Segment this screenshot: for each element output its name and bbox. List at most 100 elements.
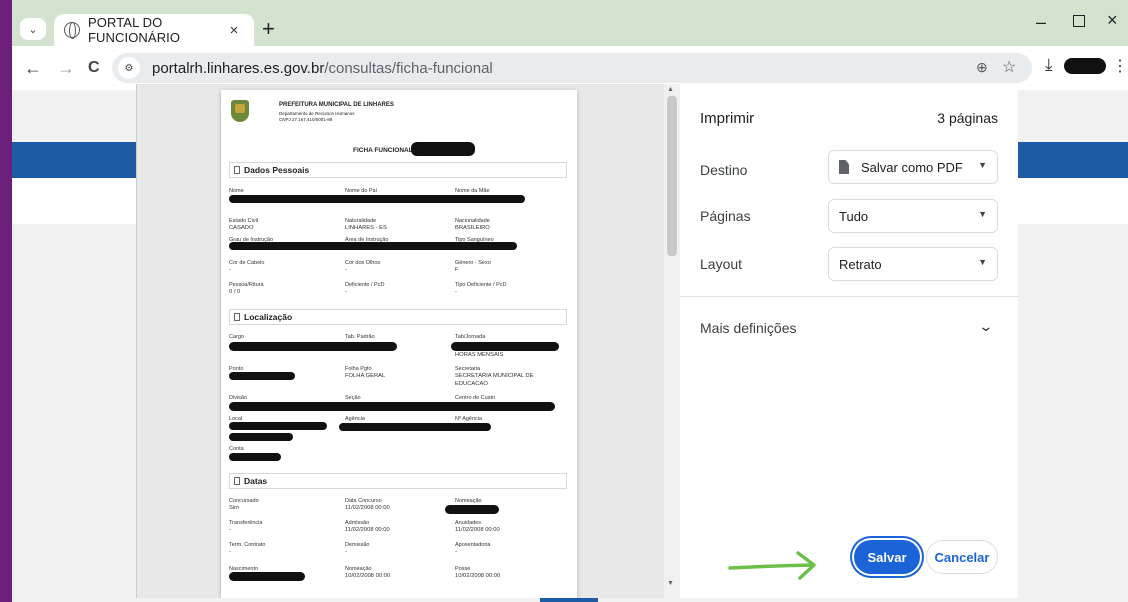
value-admissao: 11/02/2008 00:00 bbox=[345, 527, 390, 533]
url-text[interactable]: portalrh.linhares.es.gov.br/consultas/fi… bbox=[152, 60, 493, 77]
label-n-agencia: Nº Agência bbox=[455, 416, 483, 422]
value-anuidades: 11/02/2008 00:00 bbox=[455, 527, 500, 533]
label-demissao: Demissão bbox=[345, 542, 370, 548]
label-secao: Seção bbox=[345, 395, 361, 401]
label-conta: Conta bbox=[229, 446, 244, 452]
label-transferencia: Transferência bbox=[229, 520, 263, 526]
forward-icon[interactable]: → bbox=[57, 59, 75, 77]
redaction bbox=[229, 572, 305, 581]
avatar[interactable] bbox=[1064, 58, 1106, 74]
tab-title: PORTAL DO FUNCIONÁRIO bbox=[88, 15, 181, 45]
page-subheader bbox=[1018, 178, 1128, 224]
cancel-button[interactable]: Cancelar bbox=[926, 540, 998, 574]
label-tab-padrao: Tab. Padrão bbox=[345, 334, 375, 340]
destination-value: Salvar como PDF bbox=[861, 159, 963, 175]
redaction bbox=[339, 423, 491, 431]
tab-search-icon[interactable]: ⌄ bbox=[20, 18, 46, 40]
value-cor-olhos: - bbox=[345, 267, 347, 273]
label-cor-cabelo: Cor de Cabelo bbox=[229, 260, 265, 266]
chevron-down-icon[interactable]: ⌄ bbox=[979, 318, 994, 335]
page-icon bbox=[234, 313, 240, 321]
page-right-edge bbox=[1018, 90, 1128, 602]
url-path: /consultas/ficha-funcional bbox=[324, 59, 493, 77]
scroll-down-icon[interactable]: ▼ bbox=[667, 580, 674, 587]
page-icon bbox=[234, 477, 240, 485]
org-dept: Departamento de Recursos Humanos bbox=[279, 111, 355, 116]
tab-close-icon[interactable]: × bbox=[224, 22, 244, 39]
label-admissao: Admissão bbox=[345, 520, 370, 526]
label-deficiente: Deficiente / PcD bbox=[345, 282, 385, 288]
minimize-icon[interactable]: – bbox=[1036, 12, 1046, 33]
value-cor-cabelo: - bbox=[229, 267, 231, 273]
maximize-icon[interactable] bbox=[1073, 15, 1085, 27]
value-posse: 10/02/2008 00:00 bbox=[455, 573, 501, 579]
dropdown-arrow-icon: ▼ bbox=[978, 209, 987, 219]
label-centro-custo: Centro de Custo bbox=[455, 395, 496, 401]
doc-title: FICHA FUNCIONAL bbox=[353, 147, 413, 154]
redaction bbox=[451, 342, 559, 351]
url-domain: portalrh.linhares.es.gov.br bbox=[152, 59, 325, 77]
star-icon[interactable]: ☆ bbox=[1002, 57, 1016, 77]
scroll-up-icon[interactable]: ▲ bbox=[667, 86, 674, 93]
redaction bbox=[229, 195, 525, 203]
destination-label: Destino bbox=[700, 162, 748, 178]
label-secretaria: Secretaria bbox=[455, 366, 481, 372]
value-genero: F bbox=[455, 267, 459, 273]
label-nomeacao: Nomeação bbox=[455, 498, 482, 504]
label-cor-olhos: Cor dos Olhos bbox=[345, 260, 381, 266]
label-data-concurso: Data Concurso bbox=[345, 498, 382, 504]
back-icon[interactable]: ← bbox=[24, 59, 42, 77]
menu-icon[interactable]: ⋮ bbox=[1112, 56, 1128, 76]
label-cargo: Cargo bbox=[229, 334, 244, 340]
browser-tab[interactable]: PORTAL DO FUNCIONÁRIO × bbox=[54, 14, 254, 46]
scrollbar-thumb[interactable] bbox=[667, 96, 677, 256]
layout-value: Retrato bbox=[839, 256, 882, 272]
divider bbox=[680, 296, 1018, 297]
page-header-bar bbox=[1018, 142, 1128, 178]
pages-select[interactable]: Tudo ▼ bbox=[828, 199, 998, 233]
reload-icon[interactable]: C bbox=[88, 59, 100, 77]
more-settings-toggle[interactable]: Mais definições bbox=[700, 320, 797, 336]
download-icon[interactable]: ⤓ bbox=[1045, 55, 1053, 75]
org-cnpj: CNPJ 27.167.410/0001-88 bbox=[279, 117, 333, 122]
label-aposentadoria: Aposentadoria bbox=[455, 542, 491, 548]
destination-select[interactable]: Salvar como PDF ▼ bbox=[828, 150, 998, 184]
zoom-icon[interactable]: ⊕ bbox=[976, 59, 988, 76]
value-pessoa: 0 / 0 bbox=[229, 289, 241, 295]
redaction bbox=[229, 433, 293, 441]
layout-select[interactable]: Retrato ▼ bbox=[828, 247, 998, 281]
city-crest-logo bbox=[231, 100, 249, 122]
label-tab-jornada: Tab/Jornada bbox=[455, 334, 486, 340]
dropdown-arrow-icon: ▼ bbox=[978, 160, 987, 170]
window-close-icon[interactable]: × bbox=[1107, 10, 1118, 31]
site-info-icon[interactable]: ⚙ bbox=[118, 57, 140, 79]
address-bar[interactable]: ⚙ portalrh.linhares.es.gov.br/consultas/… bbox=[112, 53, 1032, 83]
redaction bbox=[229, 422, 327, 430]
left-edge-stripe bbox=[0, 0, 12, 602]
value-term-contrato: - bbox=[229, 549, 231, 555]
label-nomeacao-2: Nomeação bbox=[345, 566, 372, 572]
globe-icon bbox=[64, 22, 80, 39]
label-naturalidade: Naturalidade bbox=[345, 218, 377, 224]
redaction bbox=[229, 242, 517, 250]
pages-value: Tudo bbox=[839, 208, 869, 224]
value-demissao: - bbox=[345, 549, 347, 555]
print-preview-area[interactable]: PREFEITURA MUNICIPAL DE LINHARES Departa… bbox=[136, 84, 680, 598]
label-term-contrato: Term. Contrato bbox=[229, 542, 266, 548]
redaction bbox=[229, 342, 397, 351]
section-title: Localização bbox=[244, 312, 293, 322]
value-nomeacao-2: 10/02/2008 00:00 bbox=[345, 573, 391, 579]
print-settings-panel: Imprimir 3 páginas Destino Salvar como P… bbox=[680, 84, 1018, 598]
save-button[interactable]: Salvar bbox=[854, 540, 920, 574]
label-concursado: Concursado bbox=[229, 498, 259, 504]
value-estado-civil: CASADO bbox=[229, 225, 254, 231]
new-tab-icon[interactable]: + bbox=[262, 18, 275, 40]
pages-label: Páginas bbox=[700, 208, 751, 224]
value-transferencia: - bbox=[229, 527, 231, 533]
label-nacionalidade: Nacionalidade bbox=[455, 218, 490, 224]
value-data-concurso: 11/02/2008 00:00 bbox=[345, 505, 390, 511]
label-posse: Posse bbox=[455, 566, 471, 572]
layout-label: Layout bbox=[700, 256, 743, 272]
label-nome-mae: Nome da Mãe bbox=[455, 188, 490, 194]
label-genero: Gênero - Sexo bbox=[455, 260, 491, 266]
